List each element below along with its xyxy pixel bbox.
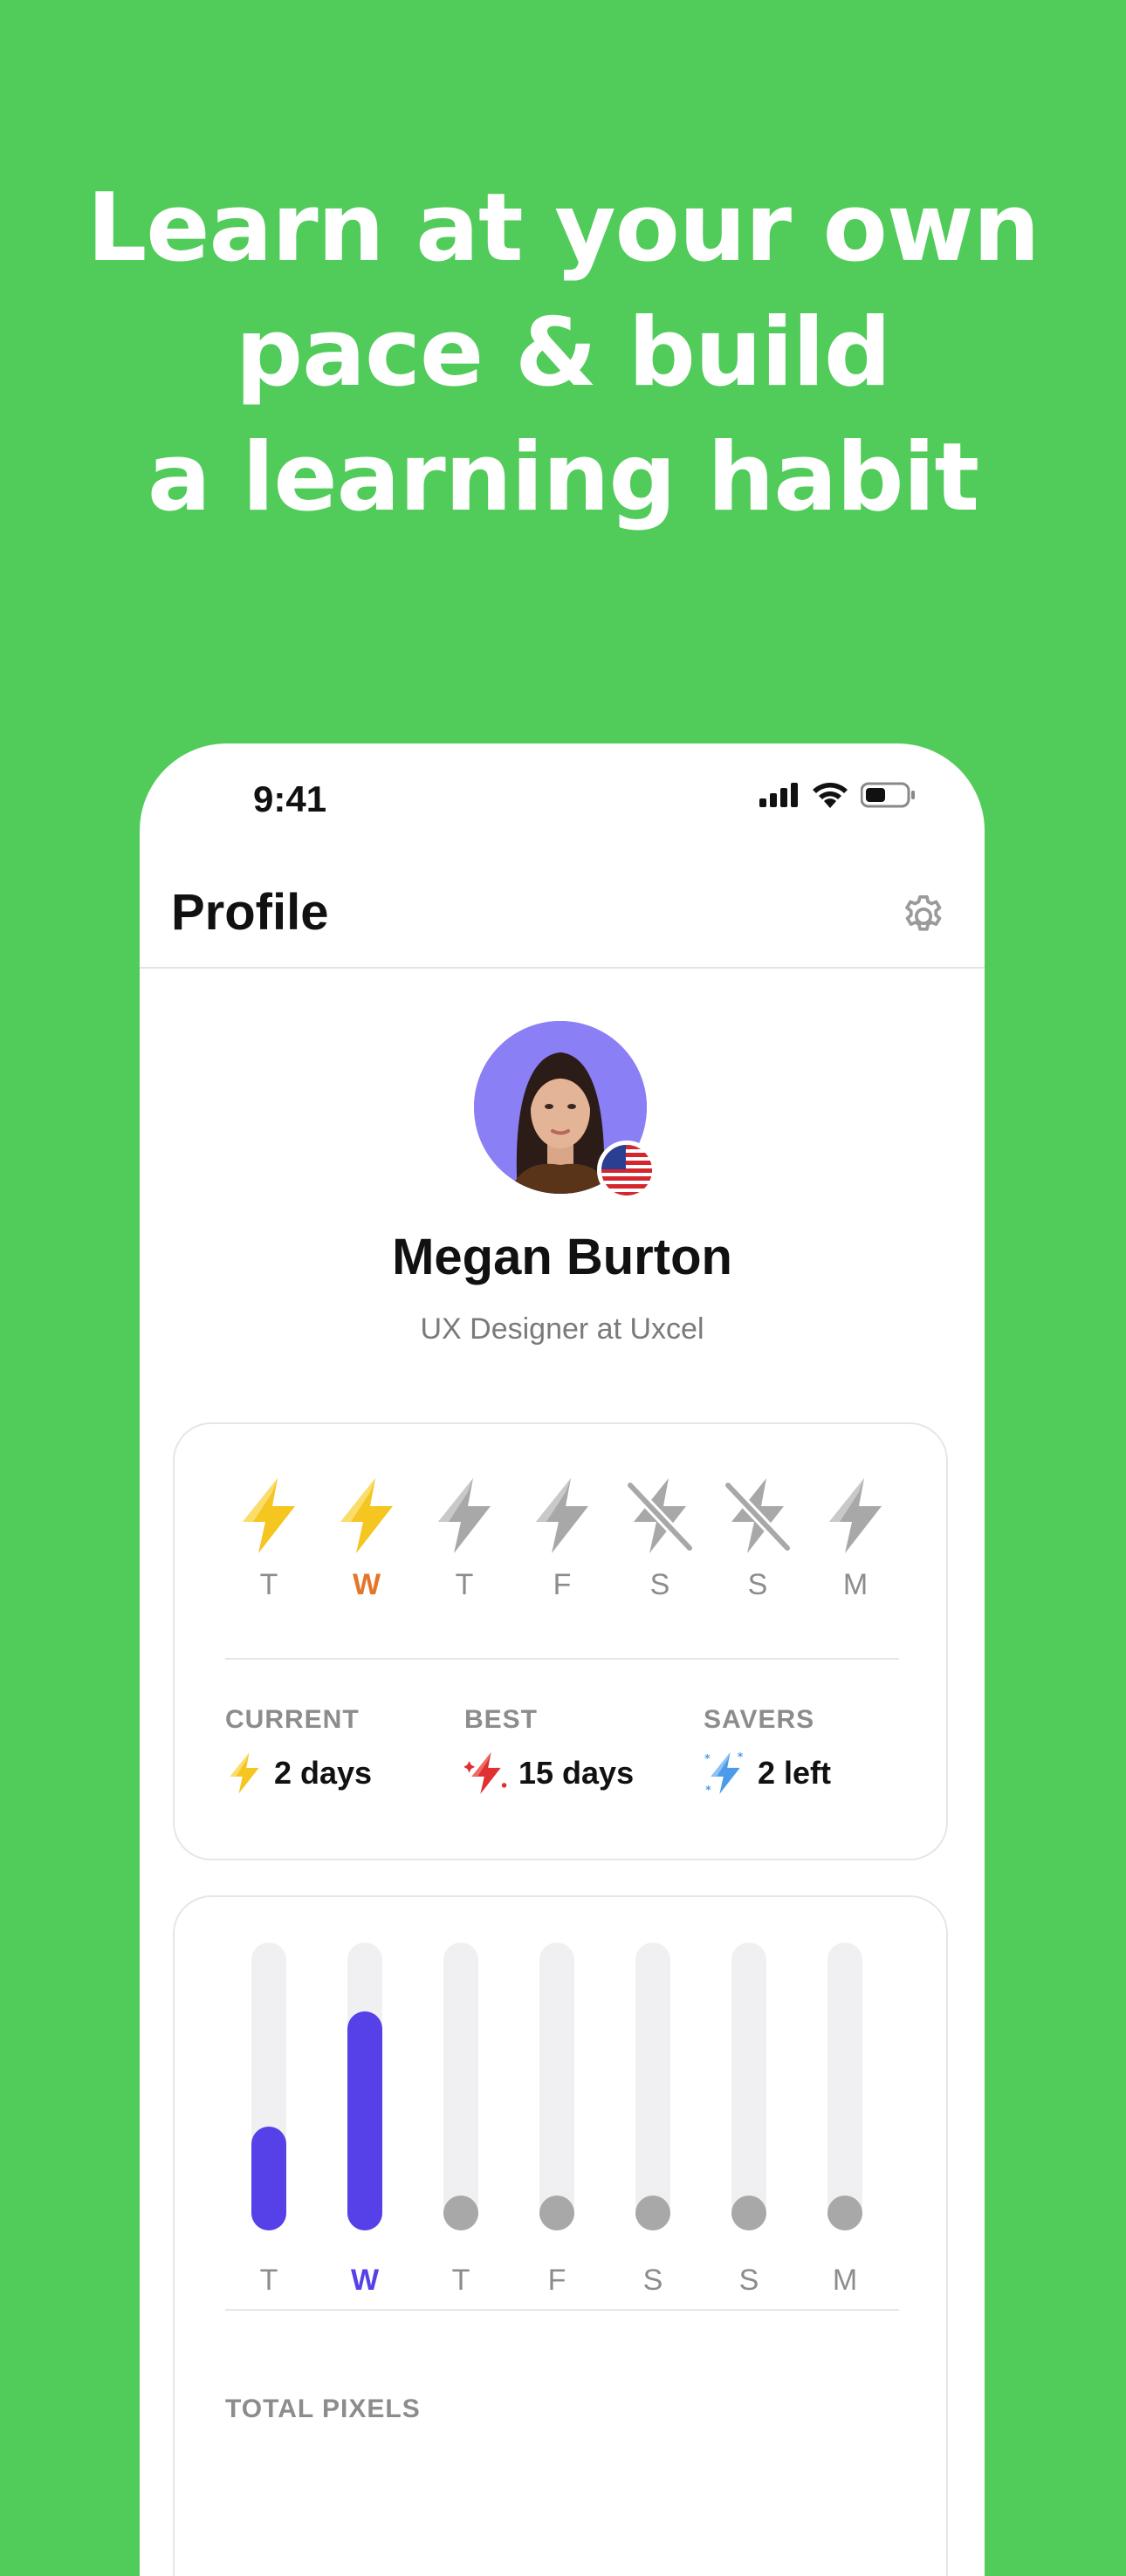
profile-name: Megan Burton: [392, 1229, 732, 1285]
bar-track: [539, 1942, 574, 2230]
bar-empty-dot: [539, 2196, 574, 2230]
svg-text:*: *: [704, 1752, 711, 1764]
bolt-gray-icon: [438, 1478, 491, 1553]
bar-day-label: M: [832, 2264, 858, 2297]
streak-day-label: W: [352, 1568, 381, 1601]
streak-day-label: T: [455, 1568, 474, 1601]
streak-day-label: M: [842, 1568, 869, 1601]
streak-day-label: F: [553, 1568, 572, 1601]
streak-day-today: W: [323, 1476, 410, 1602]
stat-value-row: 15 days: [464, 1750, 634, 1796]
battery-icon: [861, 782, 915, 808]
headline-line: Learn at your own: [86, 174, 1040, 283]
signal-icon: [759, 783, 798, 807]
bar-empty-dot: [827, 2196, 862, 2230]
bolt-yellow-icon: [230, 1752, 259, 1794]
stat-value-row: * * * 2 left: [704, 1750, 831, 1796]
pixels-chart: TWTFSSM: [225, 1942, 906, 2297]
bolt-yellow-icon: [340, 1478, 393, 1553]
streak-day: T: [421, 1476, 508, 1602]
us-flag-icon: [597, 1141, 656, 1200]
status-icons: [759, 782, 917, 808]
nav-bar: Profile: [140, 874, 985, 969]
bar-fill: [347, 2011, 382, 2230]
headline-line: a learning habit: [147, 423, 979, 532]
bar-track: [443, 1942, 478, 2230]
streak-day: S: [714, 1476, 801, 1602]
headline-line: pace & build: [235, 298, 891, 408]
bar-day-label: T: [259, 2264, 278, 2297]
streak-day: M: [812, 1476, 899, 1602]
stat-best: BEST 15 days: [464, 1705, 634, 1796]
bolt-gray-icon: [536, 1478, 588, 1553]
stat-value-row: 2 days: [225, 1750, 372, 1796]
bar-day-label: W: [350, 2264, 380, 2297]
streak-day-label: S: [649, 1568, 670, 1601]
svg-text:*: *: [705, 1784, 711, 1796]
bar-track: [635, 1942, 670, 2230]
streak-card: T W T F S S M CURRENT 2 days BEST 15 day…: [173, 1422, 948, 1860]
streak-day: T: [225, 1476, 312, 1602]
stat-savers: SAVERS * * * 2 left: [704, 1705, 831, 1796]
phone-screen: 9:41 Profile Megan Burton UX Designer at…: [140, 743, 985, 2576]
bar-day-label: T: [451, 2264, 470, 2297]
stat-label: BEST: [464, 1705, 539, 1734]
wifi-icon: [813, 783, 848, 808]
bolt-yellow-icon: [243, 1478, 295, 1553]
stat-value: 2 left: [758, 1755, 832, 1791]
bar-track: [251, 1942, 286, 2230]
bar-track: [347, 1942, 382, 2230]
gear-icon[interactable]: [899, 892, 948, 941]
streak-days: T W T F S S M: [225, 1476, 906, 1651]
bar-day-label: S: [642, 2264, 663, 2297]
streak-day-label: T: [259, 1568, 278, 1601]
bolt-red-icon: [464, 1752, 507, 1794]
bar-fill: [251, 2127, 286, 2230]
bolt-gray-icon: [829, 1478, 882, 1553]
headline: Learn at your own pace & build a learnin…: [0, 166, 1126, 540]
streak-day: F: [518, 1476, 606, 1602]
divider: [225, 2309, 899, 2311]
bar-track: [827, 1942, 862, 2230]
bar-day-label: F: [547, 2264, 566, 2297]
bar-empty-dot: [731, 2196, 766, 2230]
bar-empty-dot: [635, 2196, 670, 2230]
streak-day-label: S: [747, 1568, 768, 1601]
divider: [225, 1658, 899, 1660]
stat-value: 15 days: [518, 1755, 635, 1791]
bar-track: [731, 1942, 766, 2230]
page-title: Profile: [171, 884, 329, 941]
svg-text:*: *: [738, 1750, 744, 1763]
bolt-off-icon: [626, 1478, 694, 1553]
bolt-off-icon: [724, 1478, 792, 1553]
bar-empty-dot: [443, 2196, 478, 2230]
stat-current: CURRENT 2 days: [225, 1705, 372, 1796]
pixels-card: T W T F S S M TOTAL PIXELS: [173, 1895, 948, 2576]
bar-day-label: S: [738, 2264, 759, 2297]
stat-label: CURRENT: [225, 1705, 360, 1734]
stat-label: SAVERS: [704, 1705, 815, 1734]
stat-value: 2 days: [274, 1755, 373, 1791]
status-time: 9:41: [253, 778, 327, 819]
streak-day: S: [616, 1476, 704, 1602]
profile-subtitle: UX Designer at Uxcel: [420, 1312, 704, 1346]
bolt-frozen-icon: * * *: [704, 1750, 744, 1796]
total-pixels-label: TOTAL PIXELS: [225, 2394, 421, 2423]
